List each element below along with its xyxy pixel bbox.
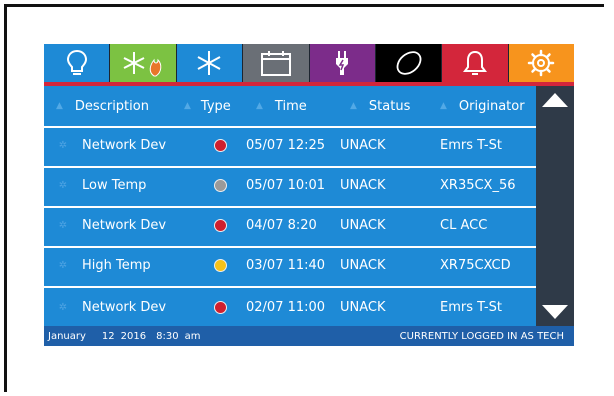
tab-power[interactable] [309, 44, 376, 82]
bell-icon [462, 50, 487, 75]
calendar-icon [260, 51, 291, 76]
triangle-up-icon [542, 93, 568, 107]
row-originator: XR75CXCD [440, 257, 511, 273]
row-type [194, 258, 246, 272]
row-time: 05/07 10:01 [246, 177, 326, 193]
table-header: ▲ Description ▲ Type ▲ Time ▲ Status ▲ O… [44, 86, 536, 126]
table-row[interactable]: ✲ Low Temp 05/07 10:01 UNACK XR35CX_56 [44, 166, 536, 202]
tab-alarms[interactable] [442, 44, 509, 82]
alarm-type-dot-icon [213, 258, 227, 272]
sort-icon: ▲ [256, 101, 263, 111]
icon-toolbar [44, 44, 574, 82]
row-originator: CL ACC [440, 217, 488, 233]
alarm-type-dot-icon [213, 138, 227, 152]
row-description: Network Dev [82, 137, 167, 153]
row-description: Low Temp [82, 177, 147, 193]
table-row[interactable]: ✲ High Temp 03/07 11:40 UNACK XR75CXCD [44, 246, 536, 282]
row-status: UNACK [340, 177, 386, 193]
row-originator: Emrs T-St [440, 137, 502, 153]
date-year: 2016 [120, 330, 147, 342]
row-status: UNACK [340, 137, 386, 153]
row-description: Network Dev [82, 299, 167, 315]
row-marker-icon: ✲ [58, 301, 68, 313]
row-marker-icon: ✲ [58, 219, 68, 231]
row-originator: XR35CX_56 [440, 177, 516, 193]
tab-lighting[interactable] [44, 44, 111, 82]
row-type [194, 218, 246, 232]
tab-refrigeration[interactable] [176, 44, 244, 82]
status-bar: January 12 2016 8:30 am CURRENTLY LOGGED… [44, 326, 574, 346]
row-marker-icon: ✲ [58, 139, 68, 151]
controller-screen: ▲ Description ▲ Type ▲ Time ▲ Status ▲ O… [44, 44, 574, 346]
plug-icon [336, 51, 349, 75]
row-marker-icon: ✲ [58, 259, 68, 271]
table-row[interactable]: ✲ Network Dev 04/07 8:20 UNACK CL ACC [44, 206, 536, 242]
row-status: UNACK [340, 257, 386, 273]
row-description: Network Dev [82, 217, 167, 233]
row-type [194, 138, 246, 152]
alarm-type-dot-icon [213, 178, 227, 192]
scroll-up-button[interactable] [539, 88, 571, 112]
column-header-status[interactable]: ▲ Status [336, 86, 428, 126]
column-header-description[interactable]: ▲ Description [44, 86, 172, 126]
date-day: 12 [101, 330, 115, 342]
table-row[interactable]: ✲ Network Dev 02/07 11:00 UNACK Emrs T-S… [44, 286, 536, 326]
gear-icon [528, 49, 555, 77]
clock-ampm: am [184, 330, 201, 342]
table-row[interactable]: ✲ Network Dev 05/07 12:25 UNACK Emrs T-S… [44, 126, 536, 162]
date-month: January [48, 330, 86, 342]
sort-icon: ▲ [350, 101, 357, 111]
alarm-table: ▲ Description ▲ Type ▲ Time ▲ Status ▲ O… [44, 86, 536, 326]
ellipse-icon [396, 51, 421, 75]
row-time: 03/07 11:40 [246, 257, 326, 273]
row-time: 02/07 11:00 [246, 299, 326, 315]
sort-icon: ▲ [184, 101, 191, 111]
tab-schedule[interactable] [243, 44, 310, 82]
login-status: CURRENTLY LOGGED IN AS TECH [399, 330, 564, 342]
sort-icon: ▲ [56, 101, 63, 111]
row-status: UNACK [340, 299, 386, 315]
scroll-down-button[interactable] [539, 300, 571, 324]
snowflake-icon [197, 51, 221, 75]
vertical-scrollbar[interactable] [536, 86, 574, 326]
clock-time: 8:30 [156, 330, 179, 342]
row-marker-icon: ✲ [58, 179, 68, 191]
row-status: UNACK [340, 217, 386, 233]
alarm-type-dot-icon [213, 218, 227, 232]
tab-settings[interactable] [508, 44, 574, 82]
tab-defrost[interactable] [110, 44, 177, 82]
alarm-type-dot-icon [213, 300, 227, 314]
column-header-time[interactable]: ▲ Time [248, 86, 336, 126]
lightbulb-icon [66, 49, 87, 75]
row-type [194, 300, 246, 314]
row-type [194, 178, 246, 192]
row-time: 05/07 12:25 [246, 137, 326, 153]
tab-network[interactable] [375, 44, 443, 82]
row-description: High Temp [82, 257, 151, 273]
defrost-icon [123, 52, 162, 77]
column-header-originator[interactable]: ▲ Originator [428, 86, 528, 126]
triangle-down-icon [542, 305, 568, 319]
sort-icon: ▲ [440, 101, 447, 111]
row-originator: Emrs T-St [440, 299, 502, 315]
row-time: 04/07 8:20 [246, 217, 317, 233]
column-header-type[interactable]: ▲ Type [172, 86, 248, 126]
